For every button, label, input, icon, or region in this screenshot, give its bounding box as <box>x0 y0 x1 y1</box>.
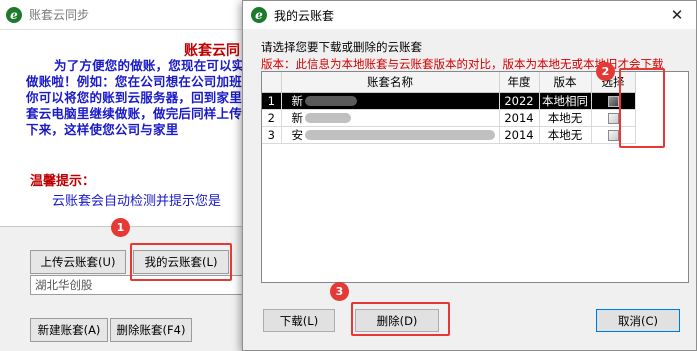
delete-button[interactable]: 删除(D) <box>355 309 439 332</box>
cloud-sync-title: 账套云同步 <box>29 8 90 22</box>
row-account-name: 新 <box>281 92 500 110</box>
cloud-sync-window: e 账套云同步 账套云同 为了方便您的做账，您现在可以实现异地做账啦！例如：您在… <box>0 0 246 351</box>
row-account-name: 安 <box>281 126 500 144</box>
download-button[interactable]: 下载(L) <box>263 309 335 332</box>
row-index: 2 <box>262 109 282 127</box>
dialog-titlebar: e 我的云账套 ✕ <box>243 1 696 29</box>
tip-title: 温馨提示： <box>30 174 96 189</box>
redacted-name-mask <box>305 113 351 123</box>
row-year: 2014 <box>499 109 540 127</box>
row-index: 3 <box>262 126 282 144</box>
my-cloud-account-dialog: e 我的云账套 ✕ 请选择您要下载或删除的云账套 版本：此信息为本地账套与云账套… <box>242 0 697 351</box>
close-icon[interactable]: ✕ <box>658 1 696 29</box>
cancel-button[interactable]: 取消(C) <box>596 309 680 332</box>
intro-paragraph: 为了方便您的做账，您现在可以实现异地做账啦！例如：您在公司想在公司加班，此时你可… <box>26 58 246 137</box>
app-logo-icon: e <box>6 6 22 23</box>
upload-cloud-account-button[interactable]: 上传云账套(U) <box>30 250 126 274</box>
dialog-title: 我的云账套 <box>274 8 335 23</box>
cloud-sync-intro-panel: 账套云同 为了方便您的做账，您现在可以实现异地做账啦！例如：您在公司想在公司加班… <box>0 30 246 227</box>
row-select-checkbox[interactable] <box>607 112 619 124</box>
column-header-version: 版本 <box>539 72 592 93</box>
column-header-year: 年度 <box>499 72 540 93</box>
table-row[interactable]: 1 新 2022 本地相同 <box>262 92 636 110</box>
row-version: 本地无 <box>539 126 592 144</box>
column-header-name: 账套名称 <box>281 72 500 93</box>
table-header-row: 账套名称 年度 版本 选择 <box>262 72 636 93</box>
row-year: 2014 <box>499 126 540 144</box>
my-cloud-account-button[interactable]: 我的云账套(L) <box>133 250 229 274</box>
cloud-sync-titlebar: e 账套云同步 <box>0 0 245 30</box>
row-select-cell <box>591 92 636 110</box>
row-select-cell <box>591 109 636 127</box>
redacted-name-mask <box>305 96 357 106</box>
row-select-checkbox[interactable] <box>607 129 619 141</box>
intro-heading: 账套云同 <box>184 43 240 59</box>
app-logo-icon: e <box>251 7 267 23</box>
dialog-instruction: 请选择您要下载或删除的云账套 <box>261 40 422 54</box>
cloud-account-table: 账套名称 年度 版本 选择 1 新 2022 本地相同 2 新 2014 本地无… <box>261 71 689 283</box>
row-index: 1 <box>262 92 282 110</box>
column-header-index <box>262 72 282 93</box>
row-version: 本地相同 <box>539 92 592 110</box>
redacted-name-mask <box>305 130 495 140</box>
account-select[interactable]: 湖北华创股 <box>30 275 246 295</box>
row-account-name: 新 <box>281 109 500 127</box>
row-version: 本地无 <box>539 109 592 127</box>
table-row[interactable]: 3 安 2014 本地无 <box>262 126 636 144</box>
step3-badge: 3 <box>330 282 349 301</box>
new-account-button[interactable]: 新建账套(A) <box>30 318 108 342</box>
step2-badge: 2 <box>596 62 615 81</box>
version-warning: 版本：此信息为本地账套与云账套版本的对比，版本为本地无或本地旧才会下载 <box>261 57 664 71</box>
table-row[interactable]: 2 新 2014 本地无 <box>262 109 636 127</box>
row-select-cell <box>591 126 636 144</box>
row-select-checkbox[interactable] <box>607 95 619 107</box>
tip-text: 云账套会自动检测并提示您是 <box>52 194 222 209</box>
delete-account-button[interactable]: 删除账套(F4) <box>110 318 192 342</box>
step1-badge: 1 <box>111 218 130 237</box>
row-year: 2022 <box>499 92 540 110</box>
